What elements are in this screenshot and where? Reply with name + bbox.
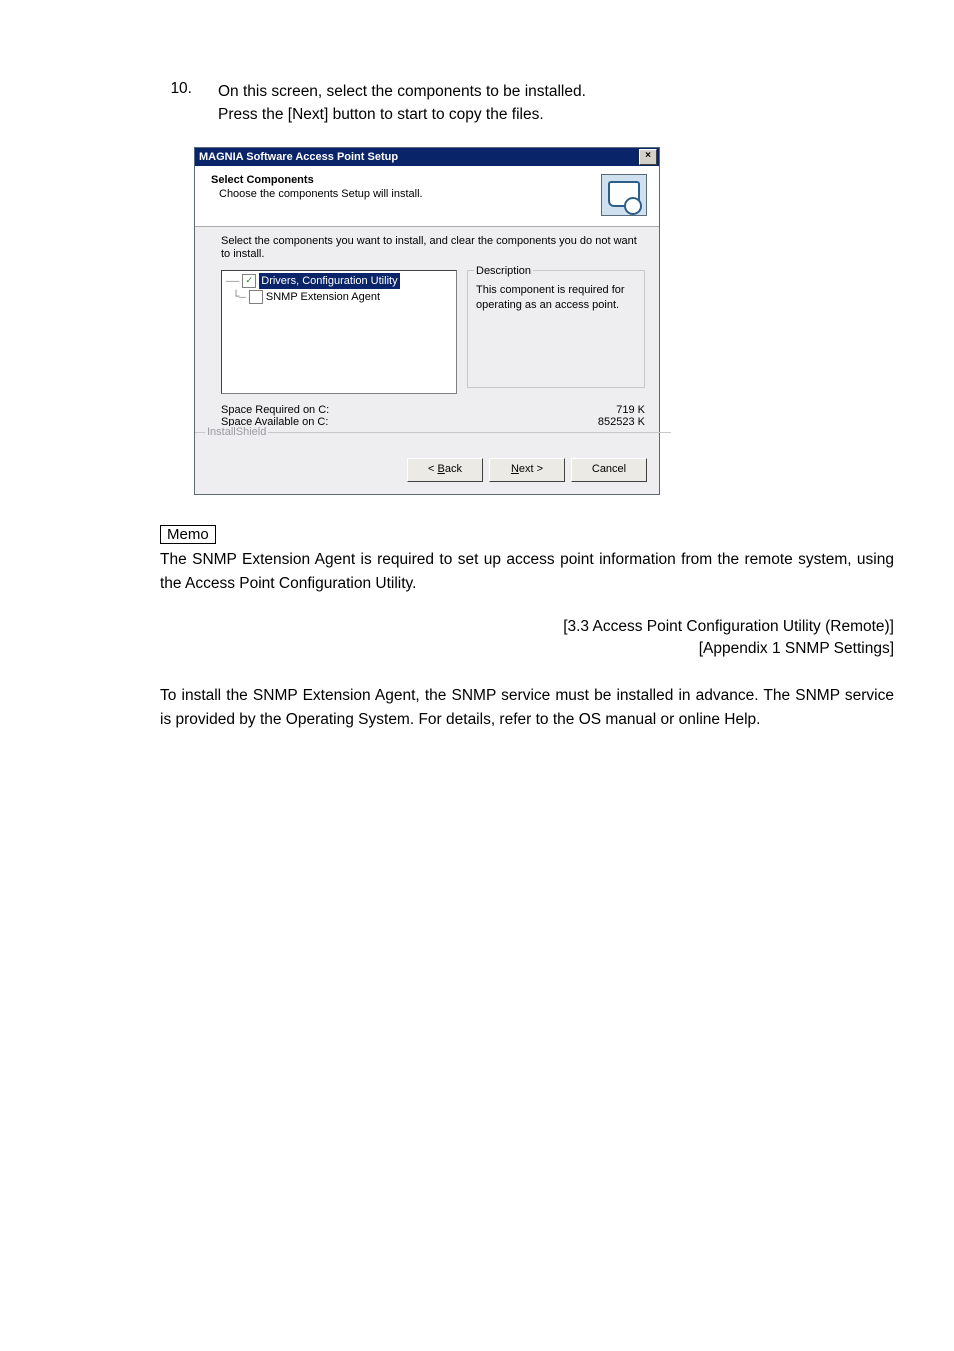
tree-item-label: Drivers, Configuration Utility bbox=[259, 273, 399, 289]
memo-label: Memo bbox=[160, 525, 216, 544]
button-bar: < Back Next > Cancel bbox=[195, 450, 659, 494]
cancel-button[interactable]: Cancel bbox=[571, 458, 647, 482]
space-info: Space Required on C: 719 K Space Availab… bbox=[221, 404, 645, 428]
cross-reference-1: [3.3 Access Point Configuration Utility … bbox=[160, 618, 894, 636]
description-panel: Description This component is required f… bbox=[467, 270, 645, 388]
window-title: MAGNIA Software Access Point Setup bbox=[199, 151, 639, 163]
component-tree[interactable]: –– ✓ Drivers, Configuration Utility └– S… bbox=[221, 270, 457, 394]
space-available-value: 852523 K bbox=[598, 416, 645, 428]
select-instruction: Select the components you want to instal… bbox=[221, 235, 645, 263]
back-button[interactable]: < Back bbox=[407, 458, 483, 482]
tree-item-snmp[interactable]: └– SNMP Extension Agent bbox=[226, 289, 452, 305]
step-10: 10. On this screen, select the component… bbox=[160, 80, 894, 127]
space-required-label: Space Required on C: bbox=[221, 404, 616, 416]
dialog-header-sub: Choose the components Setup will install… bbox=[219, 188, 593, 200]
next-button[interactable]: Next > bbox=[489, 458, 565, 482]
titlebar: MAGNIA Software Access Point Setup × bbox=[195, 148, 659, 166]
close-icon[interactable]: × bbox=[639, 149, 657, 165]
step-text: On this screen, select the components to… bbox=[218, 80, 894, 127]
dialog-header: Select Components Choose the components … bbox=[195, 166, 659, 227]
description-text: This component is required for operating… bbox=[476, 283, 636, 313]
step-number: 10. bbox=[160, 80, 192, 127]
description-legend: Description bbox=[474, 264, 533, 279]
cross-reference-2: [Appendix 1 SNMP Settings] bbox=[160, 640, 894, 658]
tree-item-label: SNMP Extension Agent bbox=[266, 289, 380, 305]
space-required-value: 719 K bbox=[616, 404, 645, 416]
space-available-label: Space Available on C: bbox=[221, 416, 598, 428]
checkbox-checked-icon[interactable]: ✓ bbox=[242, 274, 256, 288]
tree-item-drivers[interactable]: –– ✓ Drivers, Configuration Utility bbox=[226, 273, 452, 289]
memo-paragraph: The SNMP Extension Agent is required to … bbox=[160, 548, 894, 596]
checkbox-empty-icon[interactable] bbox=[249, 290, 263, 304]
snmp-paragraph: To install the SNMP Extension Agent, the… bbox=[160, 684, 894, 732]
installer-icon bbox=[601, 174, 647, 216]
dialog-header-title: Select Components bbox=[211, 174, 593, 186]
installer-dialog: MAGNIA Software Access Point Setup × Sel… bbox=[194, 147, 660, 496]
installshield-label: InstallShield bbox=[195, 432, 671, 446]
